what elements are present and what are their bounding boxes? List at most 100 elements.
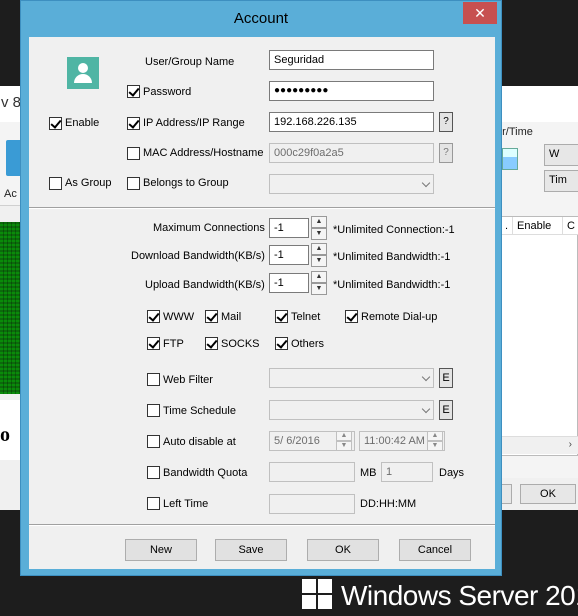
section-divider <box>29 207 495 209</box>
ip-help-button[interactable]: ? <box>439 112 453 132</box>
user-group-name-label: User/Group Name <box>145 56 235 68</box>
upload-bandwidth-input[interactable]: -1 <box>269 273 309 293</box>
user-group-name-input[interactable]: Seguridad <box>269 50 434 70</box>
time-schedule-label: Time Schedule <box>163 405 236 417</box>
table-header-enable[interactable]: Enable <box>513 217 563 235</box>
background-table: . Enable C <box>500 216 578 456</box>
left-time-label: Left Time <box>163 498 209 510</box>
new-button[interactable]: New <box>125 539 197 561</box>
spin-down-icon[interactable]: ▼ <box>311 283 327 295</box>
password-checkbox[interactable] <box>127 85 140 98</box>
button-divider <box>29 524 495 526</box>
background-bold-text: o <box>0 424 10 446</box>
days-input[interactable]: 1 <box>381 462 433 482</box>
chevron-down-icon <box>421 178 431 188</box>
belongs-to-group-label: Belongs to Group <box>143 177 229 189</box>
spin-down-icon[interactable]: ▼ <box>336 441 352 451</box>
download-bandwidth-input[interactable]: -1 <box>269 245 309 265</box>
spin-down-icon[interactable]: ▼ <box>427 441 443 451</box>
ip-address-input[interactable]: 192.168.226.135 <box>269 112 434 132</box>
mac-help-button[interactable]: ? <box>439 143 453 163</box>
belongs-to-group-checkbox[interactable] <box>127 177 140 190</box>
time-schedule-edit-button[interactable]: E <box>439 400 453 420</box>
background-w-button[interactable]: W <box>544 144 578 166</box>
telnet-label: Telnet <box>291 311 321 323</box>
bandwidth-quota-unit: MB <box>360 467 377 479</box>
bandwidth-quota-input[interactable] <box>269 462 355 482</box>
close-button[interactable]: ✕ <box>463 2 497 24</box>
time-schedule-checkbox[interactable] <box>147 404 160 417</box>
web-filter-select[interactable] <box>269 368 434 388</box>
as-group-checkbox[interactable] <box>49 177 62 190</box>
spin-up-icon[interactable]: ▲ <box>336 431 352 441</box>
others-label: Others <box>291 338 325 350</box>
time-schedule-select[interactable] <box>269 400 434 420</box>
max-connections-spinner[interactable]: ▲ ▼ <box>311 216 327 240</box>
chevron-down-icon <box>421 372 431 382</box>
enable-label: Enable <box>65 117 100 129</box>
left-time-unit: DD:HH:MM <box>360 498 417 510</box>
mac-address-input[interactable]: 000c29f0a2a5 <box>269 143 434 163</box>
spin-down-icon[interactable]: ▼ <box>311 228 327 240</box>
web-filter-edit-button[interactable]: E <box>439 368 453 388</box>
dialog-title: Account <box>233 10 289 27</box>
max-connections-label: Maximum Connections <box>153 222 265 234</box>
chevron-down-icon <box>421 404 431 414</box>
download-bandwidth-label: Download Bandwidth(KB/s) <box>131 250 265 262</box>
www-checkbox[interactable] <box>147 310 160 323</box>
scroll-right-icon[interactable]: › <box>569 439 572 450</box>
dialog-client-area: User/Group Name Seguridad Password ●●●●●… <box>29 37 495 569</box>
close-icon: ✕ <box>474 5 486 21</box>
download-bandwidth-note: *Unlimited Bandwidth:-1 <box>333 251 451 263</box>
traffic-graph-grid <box>0 222 20 394</box>
cancel-button[interactable]: Cancel <box>399 539 471 561</box>
left-time-input[interactable] <box>269 494 355 514</box>
windows-logo-icon <box>302 579 333 610</box>
ip-address-checkbox[interactable] <box>127 117 140 130</box>
enable-checkbox[interactable] <box>49 117 62 130</box>
background-horizontal-scrollbar[interactable]: › <box>500 436 578 454</box>
mac-address-label: MAC Address/Hostname <box>143 147 264 159</box>
telnet-checkbox[interactable] <box>275 310 288 323</box>
mac-address-checkbox[interactable] <box>127 147 140 160</box>
password-label: Password <box>143 86 192 98</box>
download-bandwidth-spinner[interactable]: ▲ ▼ <box>311 243 327 267</box>
web-filter-checkbox[interactable] <box>147 373 160 386</box>
socks-checkbox[interactable] <box>205 337 218 350</box>
ftp-label: FTP <box>163 338 184 350</box>
web-filter-label: Web Filter <box>163 374 213 386</box>
spin-down-icon[interactable]: ▼ <box>311 255 327 267</box>
account-toolbar-label: Ac <box>4 188 17 200</box>
left-time-checkbox[interactable] <box>147 497 160 510</box>
background-tim-button[interactable]: Tim <box>544 170 578 192</box>
list-icon[interactable] <box>502 148 518 170</box>
table-header-dot[interactable]: . <box>501 217 513 235</box>
user-avatar-icon <box>67 57 99 89</box>
save-button[interactable]: Save <box>215 539 287 561</box>
password-input[interactable]: ●●●●●●●●● <box>269 81 434 101</box>
max-connections-input[interactable]: -1 <box>269 218 309 238</box>
spin-up-icon[interactable]: ▲ <box>311 271 327 283</box>
spin-up-icon[interactable]: ▲ <box>427 431 443 441</box>
auto-disable-time-spinner[interactable]: ▲ ▼ <box>427 431 443 451</box>
remote-dialup-label: Remote Dial-up <box>361 311 438 323</box>
ip-address-label: IP Address/IP Range <box>143 117 245 129</box>
auto-disable-label: Auto disable at <box>163 436 236 448</box>
spin-up-icon[interactable]: ▲ <box>311 243 327 255</box>
mail-checkbox[interactable] <box>205 310 218 323</box>
group-select[interactable] <box>269 174 434 194</box>
spin-up-icon[interactable]: ▲ <box>311 216 327 228</box>
bandwidth-quota-label: Bandwidth Quota <box>163 467 248 479</box>
days-label: Days <box>439 467 465 479</box>
remote-dialup-checkbox[interactable] <box>345 310 358 323</box>
background-ok-button[interactable]: OK <box>520 484 576 504</box>
bandwidth-quota-checkbox[interactable] <box>147 466 160 479</box>
ftp-checkbox[interactable] <box>147 337 160 350</box>
table-header-c[interactable]: C <box>563 217 578 235</box>
ok-button[interactable]: OK <box>307 539 379 561</box>
others-checkbox[interactable] <box>275 337 288 350</box>
auto-disable-date-spinner[interactable]: ▲ ▼ <box>336 431 352 451</box>
upload-bandwidth-label: Upload Bandwidth(KB/s) <box>145 279 265 291</box>
upload-bandwidth-spinner[interactable]: ▲ ▼ <box>311 271 327 295</box>
auto-disable-checkbox[interactable] <box>147 435 160 448</box>
